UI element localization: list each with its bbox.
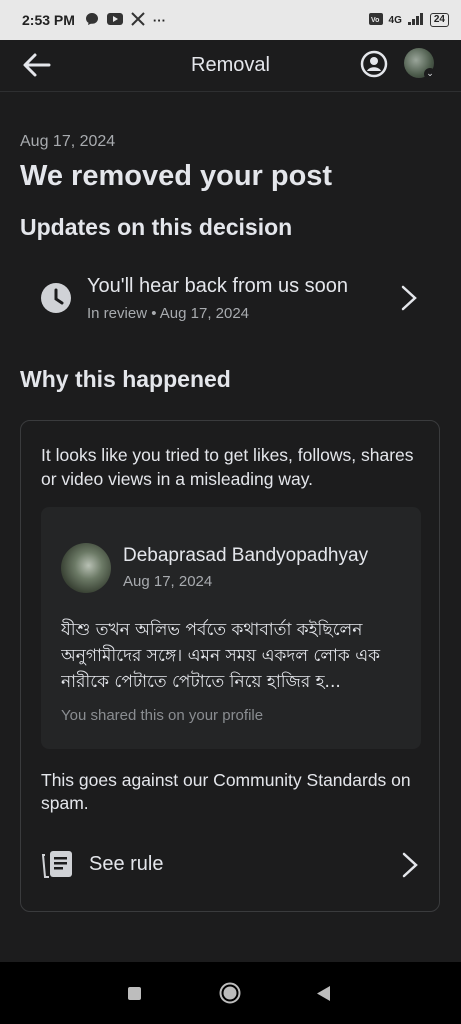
review-status-meta: In review • Aug 17, 2024 bbox=[87, 305, 250, 322]
why-heading: Why this happened bbox=[20, 366, 231, 392]
system-nav-bar bbox=[0, 962, 461, 1024]
rule-document-icon bbox=[41, 851, 72, 878]
reason-card: It looks like you tried to get likes, fo… bbox=[20, 420, 440, 912]
page-title: Removal bbox=[191, 54, 270, 76]
post-date: Aug 17, 2024 bbox=[123, 573, 213, 590]
x-icon bbox=[131, 11, 145, 29]
reason-text: It looks like you tried to get likes, fo… bbox=[41, 445, 414, 489]
home-button[interactable] bbox=[219, 982, 241, 1004]
network-label: 4G bbox=[388, 14, 402, 26]
updates-heading: Updates on this decision bbox=[20, 214, 293, 240]
review-status-row[interactable]: You'll hear back from us soon In review … bbox=[20, 262, 440, 334]
signal-icon bbox=[407, 12, 424, 28]
status-bar: 2:53 PM ··· Vo 4G 24 bbox=[0, 0, 461, 40]
top-bar: Removal ⌄ bbox=[0, 40, 461, 92]
post-text: যীশু তখন অলিভ পর্বতে কথাবার্তা কইছিলেন অ… bbox=[61, 620, 381, 692]
messenger-icon bbox=[85, 12, 99, 29]
youtube-icon bbox=[106, 12, 123, 28]
battery-icon: 24 bbox=[429, 13, 449, 27]
svg-text:Vo: Vo bbox=[371, 17, 379, 24]
see-rule-button[interactable]: See rule bbox=[21, 839, 441, 895]
status-time: 2:53 PM bbox=[22, 12, 75, 28]
removed-post-preview[interactable]: Debaprasad Bandyopadhyay Aug 17, 2024 যী… bbox=[41, 507, 421, 749]
chevron-right-icon bbox=[401, 285, 417, 311]
decision-date: Aug 17, 2024 bbox=[20, 133, 116, 150]
see-rule-label: See rule bbox=[89, 853, 164, 875]
clock-icon bbox=[41, 283, 71, 313]
post-author: Debaprasad Bandyopadhyay bbox=[123, 545, 369, 566]
page-headline: We removed your post bbox=[20, 160, 333, 192]
chevron-right-icon bbox=[402, 852, 418, 878]
standards-text: This goes against our Community Standard… bbox=[41, 770, 411, 813]
post-share-note: You shared this on your profile bbox=[61, 707, 264, 724]
profile-icon[interactable] bbox=[360, 50, 388, 78]
system-back-button[interactable] bbox=[316, 985, 331, 1002]
chevron-down-icon[interactable]: ⌄ bbox=[424, 68, 436, 80]
review-status-title: You'll hear back from us soon bbox=[87, 275, 349, 297]
more-icon: ··· bbox=[152, 12, 166, 28]
recents-button[interactable] bbox=[128, 987, 141, 1000]
volte-icon: Vo bbox=[368, 12, 383, 28]
author-avatar bbox=[61, 543, 111, 593]
